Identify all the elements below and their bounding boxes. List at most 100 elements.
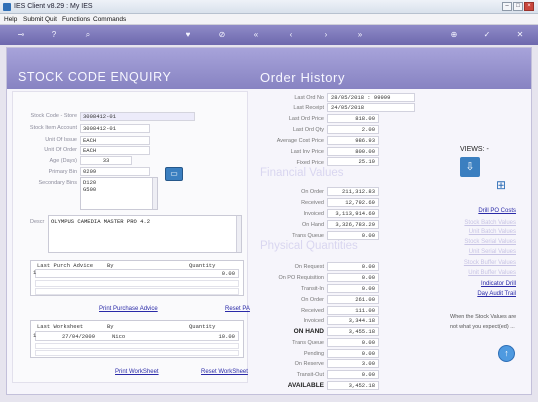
order-history-heading: Order History [260,70,346,85]
financial-value: 12,792.69 [327,198,379,207]
unit-of-order-field: EACH [80,146,150,155]
column-header: Quantity [189,323,216,330]
order-history-value: 800.00 [327,147,379,156]
secondary-bins-scrollbar[interactable] [152,178,157,209]
unit-batch-values-link[interactable]: Unit Batch Values [469,229,516,235]
print-purchase-advice-link[interactable]: Print Purchase Advice [99,306,158,312]
row-number: 1 [33,332,37,339]
financial-value: 3,113,914.69 [327,209,379,218]
physical-label: On PO Requisition [278,275,324,281]
physical-label: On Request [294,264,324,270]
column-header: Last Purch Advice [37,262,94,269]
reset-pa-link[interactable]: Reset PA [225,306,250,312]
financial-label: On Order [301,189,324,195]
add-icon[interactable]: ⊕ [448,29,460,41]
maximize-button[interactable]: □ [513,2,523,11]
purchase-advice-table: Last Purch Advice By Quantity 0.00 [30,260,244,296]
first-icon[interactable]: « [250,29,262,41]
secondary-bin-item: G500 [83,186,97,193]
scroll-up-icon[interactable]: ↑ [498,345,515,362]
purchase-advice-quantity: 0.00 [221,270,235,277]
title-bar: IES Client v8.29 : My IES – □ × [0,0,538,14]
order-history-label: Last Inv Price [290,149,324,155]
page-title: STOCK CODE ENQUIRY [18,70,172,84]
order-history-label: Last Ord Qty [292,127,324,133]
physical-label: AVAILABLE [287,382,324,389]
menu-help[interactable]: Help [4,16,17,23]
menu-submit[interactable]: Submit [23,16,43,23]
unit-of-issue-field: EACH [80,136,150,145]
next-icon[interactable]: › [320,29,332,41]
print-worksheet-link[interactable]: Print WorkSheet [115,369,159,375]
search-icon[interactable]: ⌕ [82,29,94,41]
key-icon[interactable]: ⊸ [12,29,30,41]
description-field[interactable]: OLYMPUS CAMEDIA MASTER PRO 4.2 [48,215,242,253]
last-icon[interactable]: » [354,29,366,41]
confirm-icon[interactable]: ✓ [481,29,493,41]
heart-icon[interactable]: ♥ [182,29,194,41]
views-title: VIEWS: - [460,146,489,153]
monitor-icon[interactable]: ▭ [165,167,183,181]
indicator-drill-link[interactable]: Indicator Drill [481,281,516,287]
physical-value: 0.00 [327,273,379,282]
previous-icon[interactable]: ‹ [285,29,297,41]
table-row[interactable] [35,280,239,287]
window-title: IES Client v8.29 : My IES [14,3,93,10]
table-row[interactable]: 27/04/2009 Nico 10.00 [35,331,239,341]
description-label: Descr [30,219,45,225]
help-icon[interactable]: ? [48,29,60,41]
order-history-value: 818.00 [327,114,379,123]
stock-serial-values-link[interactable]: Stock Serial Values [464,239,516,245]
worksheet-table: Last Worksheet By Quantity 27/04/2009 Ni… [30,320,244,358]
column-header: Last Worksheet [37,323,84,330]
toolbar: ⊸ ? ⌕ ♥ ⊘ « ‹ › » ⊕ ✓ ✕ [0,25,538,45]
financial-value: 0.00 [327,231,379,240]
stock-item-account-field: 3008412-01 [80,124,150,133]
physical-value: 261.00 [327,295,379,304]
table-row[interactable] [35,343,239,349]
financial-value: 211,312.83 [327,187,379,196]
stock-code-field[interactable]: 3008412-01 [80,112,195,121]
row-number: 1 [33,269,37,276]
physical-label: ON HAND [293,328,324,335]
secondary-bins-label: Secondary Bins [38,180,77,186]
close-window-button[interactable]: × [524,2,534,11]
table-row[interactable] [35,350,239,356]
menu-functions[interactable]: Functions [62,16,90,23]
order-history-value: 28/05/2018 : 99999 [327,93,415,102]
unit-of-issue-label: Unit Of Issue [45,137,77,143]
primary-bin-label: Primary Bin [48,169,77,175]
secondary-bin-item: D120 [83,179,97,186]
order-history-value: 986.93 [327,136,379,145]
drill-po-costs-link[interactable]: Drill PO Costs [478,208,516,214]
close-icon[interactable]: ✕ [514,29,526,41]
table-row[interactable] [35,288,239,295]
table-row[interactable]: 0.00 [35,269,239,278]
order-history-label: Last Ord No [294,95,324,101]
reset-worksheet-link[interactable]: Reset WorkSheet [201,369,248,375]
financial-values-heading: Financial Values [260,167,344,179]
download-icon[interactable]: ⇩ [460,157,480,177]
secondary-bins-list[interactable]: D120 G500 [80,177,158,210]
worksheet-date: 27/04/2009 [62,333,96,340]
stock-item-account-label: Stock Item Account [29,125,77,131]
order-history-value: 2.00 [327,125,379,134]
day-audit-trail-link[interactable]: Day Audit Trail [477,291,516,297]
age-field: 33 [80,156,132,165]
stop-icon[interactable]: ⊘ [216,29,228,41]
hierarchy-icon[interactable]: ⊞ [490,177,512,193]
physical-label: Pending [303,351,324,357]
app-logo-icon [3,3,11,11]
stock-batch-values-link[interactable]: Stock Batch Values [464,220,516,226]
unit-buffer-values-link[interactable]: Unit Buffer Values [468,270,516,276]
menu-commands[interactable]: Commands [93,16,126,23]
description-scrollbar[interactable] [236,216,241,252]
menu-quit[interactable]: Quit [45,16,57,23]
physical-value: 3.00 [327,359,379,368]
financial-label: Received [301,200,324,206]
unit-serial-values-link[interactable]: Unit Serial Values [469,249,516,255]
minimize-button[interactable]: – [502,2,512,11]
unit-of-order-label: Unit Of Order [44,147,77,153]
stock-buffer-values-link[interactable]: Stock Buffer Values [464,260,516,266]
financial-label: Trans Queue [292,233,324,239]
